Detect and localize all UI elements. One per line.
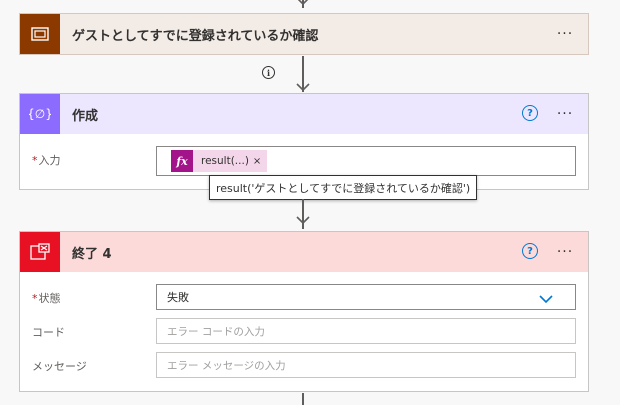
help-icon[interactable]: ? (522, 105, 538, 121)
code-label: コード (32, 326, 65, 339)
more-options-icon[interactable]: ··· (554, 24, 576, 44)
token-label: result(...) (201, 155, 249, 167)
scope-card[interactable]: ゲストとしてすでに登録されているか確認 ··· (19, 13, 589, 55)
code-input[interactable]: エラー コードの入力 (156, 318, 576, 344)
message-row: メッセージ エラー メッセージの入力 (20, 352, 588, 382)
more-options-icon[interactable]: ··· (554, 104, 576, 124)
code-row: コード エラー コードの入力 (20, 318, 588, 348)
message-label: メッセージ (32, 360, 87, 373)
token-tooltip: result('ゲストとしてすでに登録されているか確認') (209, 175, 478, 200)
terminate-card-header[interactable]: 終了 4 ? ··· (20, 232, 588, 272)
chevron-down-icon[interactable] (539, 294, 553, 304)
compose-input-label: *入力 (32, 154, 61, 167)
scope-icon (20, 14, 60, 54)
compose-card-title: 作成 (72, 108, 99, 124)
more-options-icon[interactable]: ··· (554, 242, 576, 262)
remove-token-icon[interactable]: × (253, 156, 267, 167)
help-icon[interactable]: ? (522, 243, 538, 259)
message-placeholder: エラー メッセージの入力 (167, 359, 286, 372)
arrow-down-icon (297, 0, 309, 6)
status-label: *状態 (32, 292, 61, 305)
code-placeholder: エラー コードの入力 (167, 325, 265, 338)
terminate-card[interactable]: 終了 4 ? ··· *状態 失敗 コード エラー コードの入力 メッセージ エ… (19, 231, 589, 392)
terminate-card-title: 終了 4 (72, 246, 112, 262)
compose-icon: {∅} (20, 94, 60, 134)
message-input[interactable]: エラー メッセージの入力 (156, 352, 576, 378)
scope-card-title: ゲストとしてすでに登録されているか確認 (72, 28, 319, 44)
arrow-down-icon (296, 216, 310, 225)
info-icon[interactable]: i (262, 66, 275, 79)
status-row: *状態 失敗 (20, 284, 588, 314)
status-value: 失敗 (167, 291, 189, 304)
compose-input-field[interactable]: fx result(...) × (156, 146, 576, 176)
dynamic-content-token[interactable]: fx result(...) × (171, 150, 268, 172)
compose-card-header[interactable]: {∅} 作成 ? ··· (20, 94, 588, 134)
compose-input-row: *入力 fx result(...) × (20, 146, 588, 176)
function-icon: fx (171, 150, 193, 172)
terminate-icon (20, 232, 60, 272)
connector-line (302, 393, 304, 405)
scope-card-header[interactable]: ゲストとしてすでに登録されているか確認 ··· (20, 14, 588, 54)
svg-text:{∅}: {∅} (29, 107, 51, 121)
status-dropdown[interactable]: 失敗 (156, 284, 576, 310)
